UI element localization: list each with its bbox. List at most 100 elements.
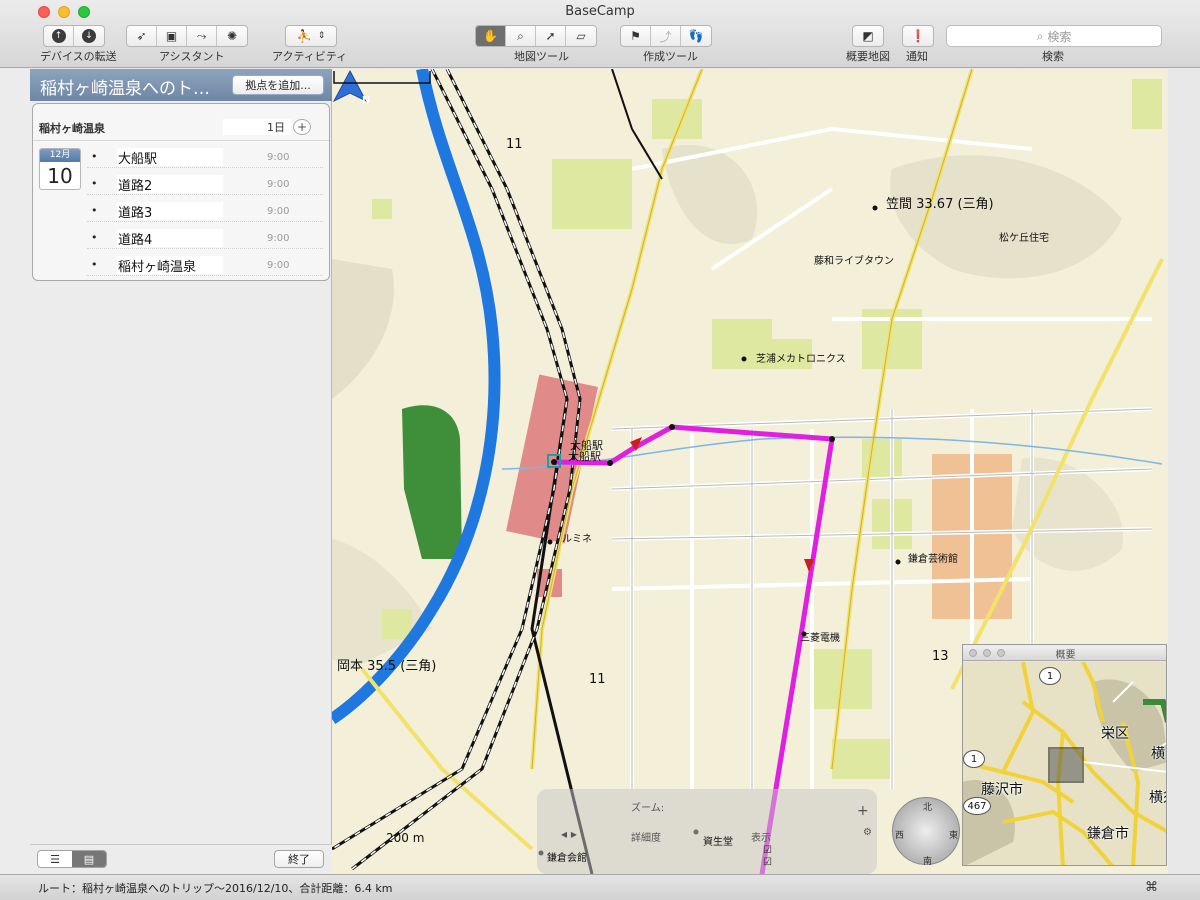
- waypoint-time: 9:00: [267, 152, 290, 163]
- hand-tool-button[interactable]: ✋: [476, 26, 506, 46]
- activity-select[interactable]: ⛹ ⇕: [286, 26, 336, 46]
- toolbar: BaseCamp ↑ ↓ デバイスの転送 ➶ ▣ ⤳ ✺ アシスタント ⛹ ⇕ ア…: [0, 0, 1200, 68]
- flag-icon: ⚑: [630, 29, 641, 43]
- waypoint-name[interactable]: 道路2: [117, 175, 223, 194]
- add-waypoint-button[interactable]: 拠点を追加...: [232, 75, 324, 95]
- rose-south: 南: [923, 857, 933, 867]
- updown-chevron-icon: ⇕: [317, 31, 326, 41]
- assistant-backpack-button[interactable]: ▣: [157, 26, 187, 46]
- notifications-button[interactable]: ❗: [903, 26, 933, 46]
- window-title: BaseCamp: [565, 4, 635, 19]
- waypoint-row[interactable]: • 道路2 9:00: [87, 173, 323, 195]
- notifications-label: 通知: [906, 50, 928, 63]
- overview-label-kamakura: 鎌倉市: [1087, 826, 1129, 842]
- waypoint-name[interactable]: 道路3: [117, 202, 223, 221]
- activity-group: ⛹ ⇕: [285, 25, 337, 47]
- waypoint-row[interactable]: • 稲村ヶ崎温泉 9:00: [87, 254, 323, 276]
- assistant-group: ➶ ▣ ⤳ ✺: [126, 25, 248, 47]
- hand-icon: ✋: [483, 29, 498, 43]
- activity-label: アクティビティ: [272, 50, 348, 63]
- select-tool-button[interactable]: ➚: [536, 26, 566, 46]
- detail-icon: ▤: [83, 852, 95, 866]
- calendar-month: 12月: [40, 149, 80, 162]
- pan-arrows-icon[interactable]: ◂ ▸: [561, 827, 577, 841]
- sidebar: 稲村ヶ崎温泉へのト… 拠点を追加... 稲村ヶ崎温泉 1日 + 12月 10 •…: [0, 69, 332, 874]
- route-badge-467: 467: [963, 797, 991, 815]
- status-bar: ルート：稲村ヶ崎温泉へのトリップ〜2016/12/10、合計距離：6.4 km …: [0, 874, 1200, 900]
- magnifier-icon: ⌕: [517, 28, 524, 43]
- assistant-label: アシスタント: [159, 50, 225, 63]
- checkbox-icon[interactable]: ☑: [763, 857, 772, 868]
- map-scale-bar: [333, 71, 431, 84]
- map-tools-group: ✋ ⌕ ➚ ▱: [475, 25, 597, 47]
- day-count-field[interactable]: 1日: [223, 119, 291, 135]
- waypoint-tool-button[interactable]: ⚑: [621, 26, 651, 46]
- map-label-kamakura-art: 鎌倉芸術館: [908, 554, 958, 565]
- route-draw-icon: ⤴: [659, 29, 672, 44]
- map-label-matsugaoka: 松ケ丘住宅: [999, 233, 1049, 244]
- create-tools-group: ⚑ ⤴ 👣: [620, 25, 712, 47]
- rose-east: 東: [949, 831, 959, 841]
- waypoint-row[interactable]: • 大船駅 9:00: [87, 146, 323, 168]
- device-transfer-group: ↑ ↓: [43, 25, 105, 47]
- settings-icon[interactable]: ⚙: [863, 827, 872, 838]
- overview-map-label: 概要地図: [846, 50, 890, 63]
- overview-map-group: ◩: [852, 25, 884, 47]
- map-label-route-11a: 11: [506, 137, 523, 152]
- add-day-button[interactable]: +: [293, 119, 311, 135]
- zoom-tool-button[interactable]: ⌕: [506, 26, 536, 46]
- checkbox-icon[interactable]: ☑: [763, 845, 772, 856]
- map-tools-label: 地図ツール: [514, 50, 569, 63]
- assistant-aperture-button[interactable]: ✺: [217, 26, 247, 46]
- measure-tool-button[interactable]: ▱: [566, 26, 596, 46]
- map-label-shiseido: 資生堂: [703, 837, 733, 848]
- zoom-overlay[interactable]: ズーム: 詳細度 表示 資生堂 鎌倉会館 + ☑ ☑ ⚙ ◂ ▸: [537, 789, 877, 874]
- bullet-icon: •: [91, 177, 98, 190]
- detail-view-button[interactable]: ▤: [72, 851, 106, 867]
- list-icon: ☰: [50, 852, 60, 866]
- overview-label-yokosu: 横須: [1149, 790, 1166, 806]
- map-label-ofuna-station-2: 大船駅: [568, 450, 601, 463]
- map-label-kasama: 笠間 33.67 (三角): [886, 197, 994, 212]
- aperture-icon: ✺: [226, 29, 238, 43]
- search-input[interactable]: ⌕ 検索: [946, 25, 1162, 47]
- bullet-icon: •: [91, 150, 98, 163]
- device-transfer-label: デバイスの転送: [40, 50, 117, 63]
- waypoint-row[interactable]: • 道路3 9:00: [87, 200, 323, 222]
- binoculars-icon[interactable]: ⌘: [1145, 880, 1158, 895]
- display-label: 表示: [751, 833, 771, 844]
- status-text: ルート：稲村ヶ崎温泉へのトリップ〜2016/12/10、合計距離：6.4 km: [38, 882, 393, 895]
- compass-rose[interactable]: 北 西 東 南: [892, 797, 960, 867]
- map-scale-label: 200 m: [386, 831, 425, 845]
- overview-map-button[interactable]: ◩: [853, 26, 883, 46]
- track-tool-button[interactable]: 👣: [681, 26, 711, 46]
- overview-map-window[interactable]: 概要 1 1 467 藤沢市 鎌倉市 栄区 横 横須: [962, 644, 1167, 866]
- download-from-device-button[interactable]: ↓: [74, 26, 104, 46]
- map-label-route-11b: 11: [589, 672, 606, 687]
- waypoint-time: 9:00: [267, 179, 290, 190]
- plus-icon: +: [296, 120, 308, 134]
- waypoint-name[interactable]: 大船駅: [117, 148, 223, 167]
- zoom-label: ズーム:: [631, 803, 665, 814]
- list-view-button[interactable]: ☰: [38, 851, 72, 867]
- sidebar-footer: ☰ ▤ 終了: [30, 844, 332, 874]
- calendar-day: 10: [47, 164, 73, 188]
- overview-title: 概要: [1055, 650, 1076, 661]
- upload-to-device-button[interactable]: ↑: [44, 26, 74, 46]
- route-tool-button[interactable]: ⤴: [651, 26, 681, 46]
- assistant-route-button[interactable]: ⤳: [187, 26, 217, 46]
- assistant-rocket-button[interactable]: ➶: [127, 26, 157, 46]
- zoom-in-icon[interactable]: +: [857, 803, 869, 819]
- map-label-fujiwa: 藤和ライブタウン: [814, 256, 894, 267]
- waypoint-row[interactable]: • 道路4 9:00: [87, 227, 323, 249]
- waypoint-name[interactable]: 稲村ヶ崎温泉: [117, 256, 223, 275]
- route-badge-1b: 1: [963, 750, 985, 768]
- notifications-group: ❗: [902, 25, 934, 47]
- trip-title[interactable]: 稲村ヶ崎温泉へのト…: [40, 74, 210, 99]
- finish-button[interactable]: 終了: [274, 850, 324, 868]
- detail-label: 詳細度: [631, 833, 661, 844]
- view-toggle: ☰ ▤: [37, 850, 107, 868]
- waypoint-time: 9:00: [267, 233, 290, 244]
- waypoint-name[interactable]: 道路4: [117, 229, 223, 248]
- calendar-date[interactable]: 12月 10: [39, 148, 81, 190]
